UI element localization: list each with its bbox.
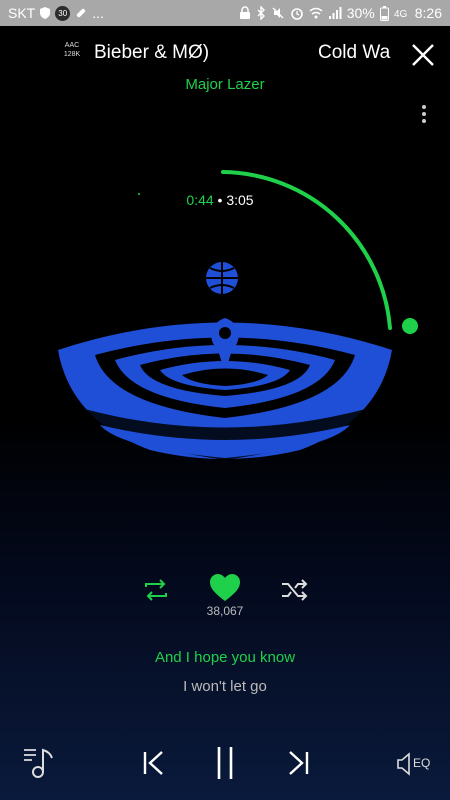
- eq-label: EQ: [413, 756, 431, 770]
- like-count: 38,067: [206, 604, 244, 618]
- audio-codec-label: AAC: [64, 42, 80, 49]
- lte-icon: 4G: [394, 6, 410, 20]
- previous-icon: [143, 751, 163, 775]
- playlist-music-icon: [24, 748, 53, 778]
- lock-icon: [239, 6, 251, 20]
- equalizer-button[interactable]: EQ: [396, 750, 432, 778]
- clock-time: 8:26: [414, 5, 442, 21]
- elapsed-time: 0:44: [186, 192, 214, 208]
- pause-icon: [217, 747, 233, 779]
- total-time: 3:05: [226, 192, 254, 208]
- shield-icon: [39, 6, 51, 20]
- playlist-button[interactable]: [22, 744, 56, 780]
- vertical-dots-icon: [422, 105, 426, 123]
- song-title-marquee: Bieber & MØ) Cold Wa: [94, 40, 394, 68]
- audio-format-badge: AAC 128K: [60, 41, 84, 59]
- repeat-button[interactable]: [140, 574, 172, 606]
- song-title: Bieber & MØ): [94, 42, 210, 63]
- audio-bitrate-label: 128K: [63, 51, 81, 58]
- close-button[interactable]: [408, 40, 438, 70]
- bluetooth-icon: [256, 6, 266, 20]
- signal-icon: [328, 6, 342, 20]
- svg-text:4G: 4G: [394, 9, 408, 20]
- artist-name[interactable]: Major Lazer: [0, 76, 450, 93]
- pill-icon: [74, 6, 88, 20]
- repeat-icon: [145, 579, 167, 601]
- lyric-next-line[interactable]: I won't let go: [0, 678, 450, 695]
- player-header: AAC 128K Bieber & MØ) Cold Wa Major Laze…: [0, 26, 450, 123]
- playback-controls: EQ: [0, 740, 450, 790]
- time-separator: •: [217, 192, 223, 208]
- shuffle-button[interactable]: [279, 574, 311, 606]
- like-button[interactable]: [208, 572, 242, 604]
- mute-icon: [271, 6, 285, 20]
- lyric-current-line[interactable]: And I hope you know: [0, 649, 450, 666]
- pause-button[interactable]: [210, 744, 240, 782]
- speaker-icon: [397, 752, 410, 776]
- more-notifications-ellipsis: ...: [92, 5, 104, 21]
- carrier-label: SKT: [8, 5, 36, 21]
- previous-track-button[interactable]: [140, 748, 168, 778]
- more-options-button[interactable]: [414, 102, 434, 126]
- next-icon: [289, 751, 309, 775]
- status-bar: SKT 30 ... 30% 4G 8:26: [0, 0, 450, 26]
- next-track-button[interactable]: [284, 748, 312, 778]
- heart-icon: [210, 574, 240, 601]
- close-icon: [412, 44, 434, 66]
- alarm-icon: [290, 6, 304, 20]
- shuffle-icon: [282, 579, 308, 601]
- notification-count-badge: 30: [55, 5, 71, 21]
- playback-time: 0:44 • 3:05: [150, 192, 290, 208]
- song-title-repeat: Cold Wa: [318, 42, 391, 63]
- battery-icon: [379, 5, 389, 21]
- music-player-screen: SKT 30 ... 30% 4G 8:26 AAC 128K Bieber &…: [0, 0, 450, 800]
- wifi-icon: [309, 6, 323, 20]
- battery-percent: 30%: [346, 5, 375, 21]
- globe-icon: [206, 262, 238, 294]
- progress-thumb[interactable]: [402, 318, 418, 334]
